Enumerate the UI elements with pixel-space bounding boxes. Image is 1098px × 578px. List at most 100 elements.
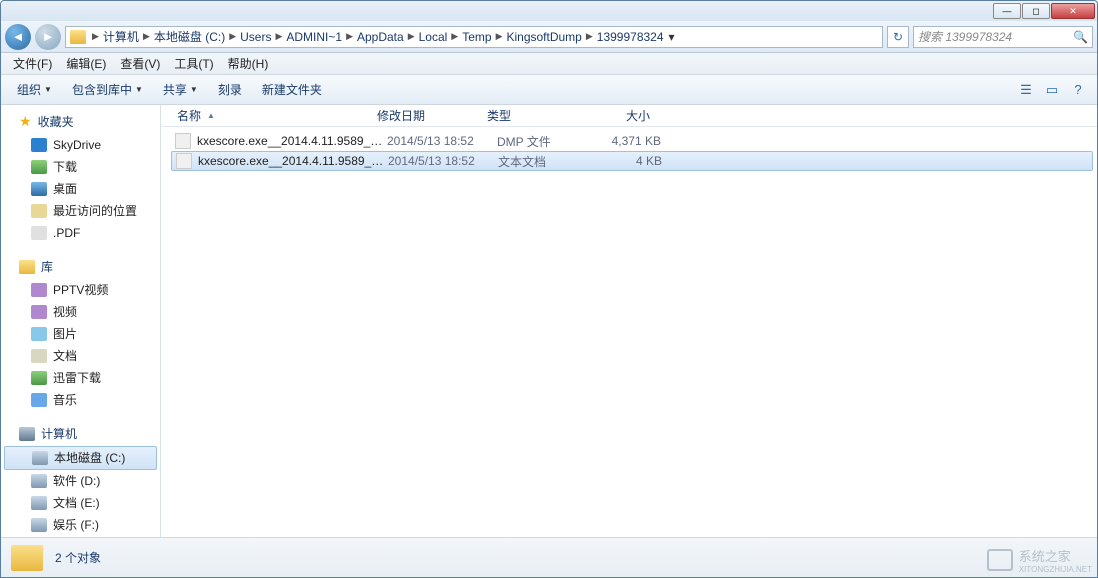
forward-button[interactable]: ► bbox=[35, 24, 61, 50]
new-folder-button[interactable]: 新建文件夹 bbox=[254, 78, 330, 101]
chevron-right-icon[interactable]: ▶ bbox=[451, 31, 458, 42]
column-type[interactable]: 类型 bbox=[481, 107, 571, 124]
sidebar-item-drive-e[interactable]: 文档 (E:) bbox=[1, 492, 160, 514]
file-size: 4 KB bbox=[588, 154, 662, 168]
breadcrumb-item[interactable]: KingsoftDump bbox=[506, 30, 581, 44]
video-icon bbox=[31, 305, 47, 319]
video-icon bbox=[31, 283, 47, 297]
view-mode-button[interactable]: ☰ bbox=[1015, 80, 1037, 100]
sidebar-item-pdf[interactable]: .PDF bbox=[1, 222, 160, 244]
chevron-right-icon[interactable]: ▶ bbox=[275, 31, 282, 42]
menu-edit[interactable]: 编辑(E) bbox=[60, 53, 112, 74]
sidebar-item-skydrive[interactable]: SkyDrive bbox=[1, 134, 160, 156]
share-button[interactable]: 共享▼ bbox=[155, 78, 206, 101]
star-icon: ★ bbox=[19, 113, 32, 130]
chevron-right-icon[interactable]: ▶ bbox=[92, 31, 99, 42]
status-count: 2 个对象 bbox=[55, 549, 101, 566]
sidebar-item-xunlei[interactable]: 迅雷下载 bbox=[1, 367, 160, 389]
document-icon bbox=[31, 349, 47, 363]
computer-icon bbox=[19, 427, 35, 441]
breadcrumb-item[interactable]: ADMINI~1 bbox=[286, 30, 342, 44]
folder-large-icon bbox=[11, 545, 43, 571]
file-row[interactable]: kxescore.exe__2014.4.11.9589__kae... 201… bbox=[171, 151, 1093, 171]
breadcrumb-item[interactable]: Temp bbox=[462, 30, 491, 44]
close-button[interactable]: ✕ bbox=[1051, 3, 1095, 19]
file-icon bbox=[176, 153, 192, 169]
computer-group: 计算机 本地磁盘 (C:) 软件 (D:) 文档 (E:) 娱乐 (F:) bbox=[1, 423, 160, 536]
search-input[interactable]: 搜索 1399978324 🔍 bbox=[913, 26, 1093, 48]
pdf-icon bbox=[31, 226, 47, 240]
command-bar: 组织▼ 包含到库中▼ 共享▼ 刻录 新建文件夹 ☰ ▭ ? bbox=[1, 75, 1097, 105]
file-name: kxescore.exe__2014.4.11.9589__kae... bbox=[198, 154, 388, 168]
sort-arrow-icon: ▲ bbox=[207, 111, 215, 120]
menu-help[interactable]: 帮助(H) bbox=[222, 53, 275, 74]
menu-file[interactable]: 文件(F) bbox=[7, 53, 58, 74]
file-type: DMP 文件 bbox=[497, 133, 587, 150]
drive-icon bbox=[31, 518, 47, 532]
breadcrumb-item[interactable]: 计算机 bbox=[103, 28, 139, 45]
preview-pane-button[interactable]: ▭ bbox=[1041, 80, 1063, 100]
breadcrumb-item[interactable]: AppData bbox=[357, 30, 404, 44]
sidebar-item-pptv[interactable]: PPTV视频 bbox=[1, 279, 160, 301]
address-bar[interactable]: ▶ 计算机 ▶ 本地磁盘 (C:) ▶ Users ▶ ADMINI~1 ▶ AppDa… bbox=[65, 26, 883, 48]
chevron-right-icon[interactable]: ▶ bbox=[496, 31, 503, 42]
address-dropdown[interactable]: ▾ bbox=[664, 30, 680, 44]
sidebar-item-pictures[interactable]: 图片 bbox=[1, 323, 160, 345]
picture-icon bbox=[31, 327, 47, 341]
desktop-icon bbox=[31, 182, 47, 196]
file-list[interactable]: kxescore.exe__2014.4.11.9589__kae... 201… bbox=[161, 127, 1097, 537]
favorites-header[interactable]: ★收藏夹 bbox=[1, 111, 160, 134]
column-headers: 名称▲ 修改日期 类型 大小 bbox=[161, 105, 1097, 127]
sidebar-item-downloads[interactable]: 下载 bbox=[1, 156, 160, 178]
folder-icon bbox=[70, 30, 86, 44]
computer-header[interactable]: 计算机 bbox=[1, 423, 160, 446]
libraries-header[interactable]: 库 bbox=[1, 256, 160, 279]
breadcrumb-item[interactable]: 1399978324 bbox=[597, 30, 664, 44]
search-icon[interactable]: 🔍 bbox=[1073, 30, 1088, 44]
file-row[interactable]: kxescore.exe__2014.4.11.9589__kae... 201… bbox=[171, 131, 1097, 151]
navigation-pane: ★收藏夹 SkyDrive 下载 桌面 最近访问的位置 .PDF 库 PPTV视… bbox=[1, 105, 161, 537]
chevron-right-icon[interactable]: ▶ bbox=[229, 31, 236, 42]
sidebar-item-drive-c[interactable]: 本地磁盘 (C:) bbox=[4, 446, 157, 470]
chevron-down-icon: ▼ bbox=[44, 85, 52, 94]
chevron-right-icon[interactable]: ▶ bbox=[408, 31, 415, 42]
maximize-button[interactable]: ◻ bbox=[1022, 3, 1050, 19]
include-library-button[interactable]: 包含到库中▼ bbox=[64, 78, 151, 101]
chevron-right-icon[interactable]: ▶ bbox=[143, 31, 150, 42]
menu-tools[interactable]: 工具(T) bbox=[168, 53, 219, 74]
chevron-right-icon[interactable]: ▶ bbox=[586, 31, 593, 42]
content-pane: 名称▲ 修改日期 类型 大小 kxescore.exe__2014.4.11.9… bbox=[161, 105, 1097, 537]
sidebar-item-documents[interactable]: 文档 bbox=[1, 345, 160, 367]
file-name: kxescore.exe__2014.4.11.9589__kae... bbox=[197, 134, 387, 148]
file-date: 2014/5/13 18:52 bbox=[388, 154, 498, 168]
column-size[interactable]: 大小 bbox=[571, 107, 651, 124]
music-icon bbox=[31, 393, 47, 407]
chevron-right-icon[interactable]: ▶ bbox=[346, 31, 353, 42]
column-name[interactable]: 名称▲ bbox=[171, 107, 371, 124]
explorer-window: — ◻ ✕ ◄ ► ▶ 计算机 ▶ 本地磁盘 (C:) ▶ Users ▶ ADMIN… bbox=[0, 0, 1098, 578]
sidebar-item-drive-d[interactable]: 软件 (D:) bbox=[1, 470, 160, 492]
refresh-button[interactable]: ↻ bbox=[887, 26, 909, 48]
back-button[interactable]: ◄ bbox=[5, 24, 31, 50]
organize-button[interactable]: 组织▼ bbox=[9, 78, 60, 101]
library-icon bbox=[19, 260, 35, 274]
burn-button[interactable]: 刻录 bbox=[210, 78, 250, 101]
sidebar-item-desktop[interactable]: 桌面 bbox=[1, 178, 160, 200]
file-icon bbox=[175, 133, 191, 149]
minimize-button[interactable]: — bbox=[993, 3, 1021, 19]
column-date[interactable]: 修改日期 bbox=[371, 107, 481, 124]
help-button[interactable]: ? bbox=[1067, 80, 1089, 100]
chevron-down-icon: ▼ bbox=[190, 85, 198, 94]
drive-icon bbox=[32, 451, 48, 465]
breadcrumb-item[interactable]: 本地磁盘 (C:) bbox=[154, 28, 225, 45]
sidebar-item-music[interactable]: 音乐 bbox=[1, 389, 160, 411]
favorites-group: ★收藏夹 SkyDrive 下载 桌面 最近访问的位置 .PDF bbox=[1, 111, 160, 244]
sidebar-item-recent[interactable]: 最近访问的位置 bbox=[1, 200, 160, 222]
sidebar-item-drive-f[interactable]: 娱乐 (F:) bbox=[1, 514, 160, 536]
chevron-down-icon: ▼ bbox=[135, 85, 143, 94]
breadcrumb-item[interactable]: Local bbox=[419, 30, 448, 44]
breadcrumb-item[interactable]: Users bbox=[240, 30, 271, 44]
menu-view[interactable]: 查看(V) bbox=[114, 53, 166, 74]
sidebar-item-video[interactable]: 视频 bbox=[1, 301, 160, 323]
body-area: ★收藏夹 SkyDrive 下载 桌面 最近访问的位置 .PDF 库 PPTV视… bbox=[1, 105, 1097, 537]
